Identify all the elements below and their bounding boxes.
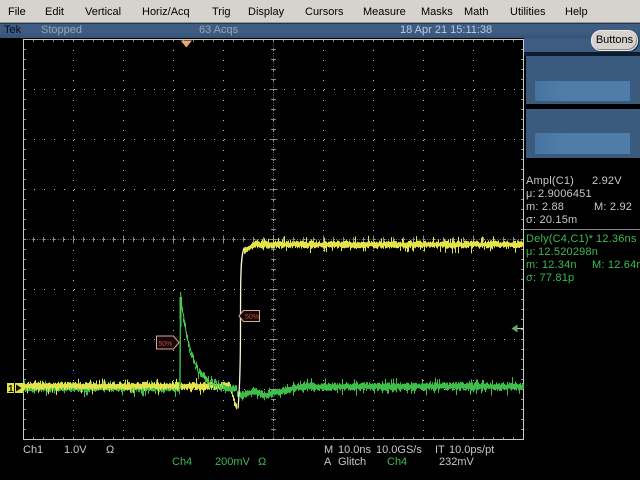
- svg-text:50%: 50%: [245, 314, 259, 321]
- svg-text:50%: 50%: [158, 341, 172, 348]
- svg-text:1: 1: [8, 384, 14, 395]
